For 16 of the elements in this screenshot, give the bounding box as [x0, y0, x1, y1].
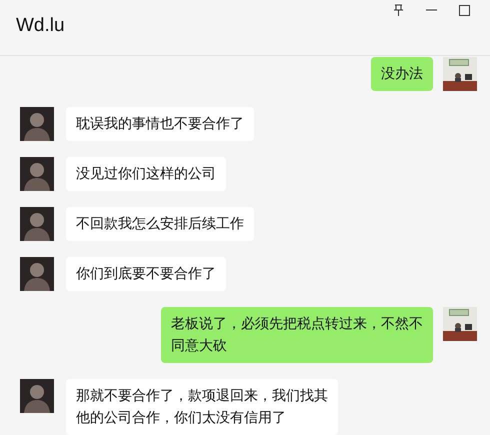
pin-icon[interactable] — [393, 4, 404, 16]
message-bubble: 不回款我怎么安排后续工作 — [66, 207, 254, 241]
message-bubble: 那就不要合作了，款项退回来，我们找其他的公司合作，你们太没有信用了 — [66, 379, 338, 435]
message-bubble: 耽误我的事情也不要合作了 — [66, 107, 254, 141]
message-bubble: 你们到底要不要合作了 — [66, 257, 226, 291]
avatar-icon[interactable] — [20, 107, 54, 141]
avatar-icon[interactable] — [20, 207, 54, 241]
avatar-icon[interactable] — [20, 257, 54, 291]
minimize-icon[interactable] — [426, 9, 437, 11]
message-bubble: 老板说了，必须先把税点转过来，不然不同意大砍 — [161, 307, 433, 363]
window-title: Wd.lu — [15, 14, 65, 38]
maximize-icon[interactable] — [459, 4, 470, 16]
message-bubble: 没见过你们这样的公司 — [66, 157, 226, 191]
avatar-icon[interactable] — [20, 157, 54, 191]
message-bubble: 没办法 — [371, 57, 433, 91]
avatar-icon[interactable] — [20, 379, 54, 413]
